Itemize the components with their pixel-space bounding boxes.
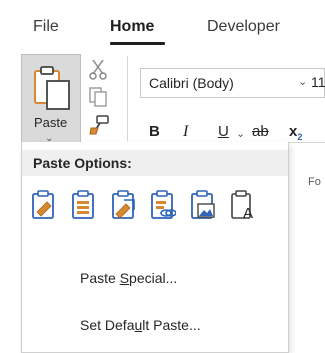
link-and-keep-source-icon[interactable] bbox=[150, 190, 176, 220]
svg-text:A: A bbox=[243, 205, 253, 220]
paste-as-picture-icon[interactable] bbox=[190, 190, 216, 220]
format-painter-icon[interactable] bbox=[88, 114, 110, 136]
paste-label: Paste bbox=[34, 115, 68, 130]
italic-button[interactable]: I bbox=[183, 123, 188, 141]
paste-special-label-post: pecial... bbox=[129, 270, 178, 286]
bold-button[interactable]: B bbox=[149, 123, 160, 140]
paste-special-accelerator: S bbox=[119, 270, 130, 286]
paste-options-title: Paste Options: bbox=[33, 155, 132, 171]
font-name-value: Calibri (Body) bbox=[149, 75, 234, 91]
underline-button[interactable]: U bbox=[218, 123, 229, 140]
set-default-label-pre: Set Defa bbox=[80, 317, 135, 333]
set-default-label-post: lt Paste... bbox=[142, 317, 201, 333]
cut-scissors-icon[interactable] bbox=[88, 58, 108, 80]
paste-dropdown-menu: Paste Options: A Paste Special... Set De… bbox=[21, 142, 289, 353]
font-size-value[interactable]: 11 bbox=[311, 74, 325, 90]
ribbon-home: Paste ⌄ Calibri (Body) ⌄ 11 B I U ⌄ ab x… bbox=[0, 48, 325, 188]
keep-source-formatting-icon[interactable] bbox=[31, 190, 57, 220]
font-name-chevron-down-icon[interactable]: ⌄ bbox=[298, 75, 307, 88]
paste-special-menu-item[interactable]: Paste Special... bbox=[80, 270, 177, 286]
keep-text-only-icon[interactable]: A bbox=[230, 190, 256, 220]
active-tab-indicator bbox=[110, 42, 165, 45]
font-name-combobox[interactable]: Calibri (Body) ⌄ 11 bbox=[140, 68, 325, 98]
set-default-paste-menu-item[interactable]: Set Default Paste... bbox=[80, 317, 201, 333]
tab-home[interactable]: Home bbox=[110, 18, 154, 36]
subscript-button[interactable]: x2 bbox=[289, 123, 302, 142]
tab-developer[interactable]: Developer bbox=[207, 18, 280, 36]
ribbon-bottom-border bbox=[289, 142, 325, 143]
paste-options-header: Paste Options: bbox=[22, 150, 288, 176]
merge-formatting-icon[interactable] bbox=[71, 190, 97, 220]
paste-special-label-pre: Paste bbox=[80, 270, 120, 286]
group-divider bbox=[127, 56, 128, 141]
paste-button[interactable]: Paste ⌄ bbox=[21, 54, 81, 144]
strikethrough-button[interactable]: ab bbox=[252, 123, 269, 140]
copy-icon[interactable] bbox=[88, 86, 108, 108]
font-group-label: Fo bbox=[308, 176, 321, 188]
underline-chevron-down-icon[interactable]: ⌄ bbox=[236, 127, 245, 140]
paste-clipboard-icon bbox=[34, 66, 70, 110]
subscript-2: 2 bbox=[297, 132, 303, 142]
ribbon-tabs: File Home Developer bbox=[0, 0, 325, 48]
use-destination-styles-icon[interactable] bbox=[111, 190, 137, 220]
tab-file[interactable]: File bbox=[33, 18, 59, 36]
